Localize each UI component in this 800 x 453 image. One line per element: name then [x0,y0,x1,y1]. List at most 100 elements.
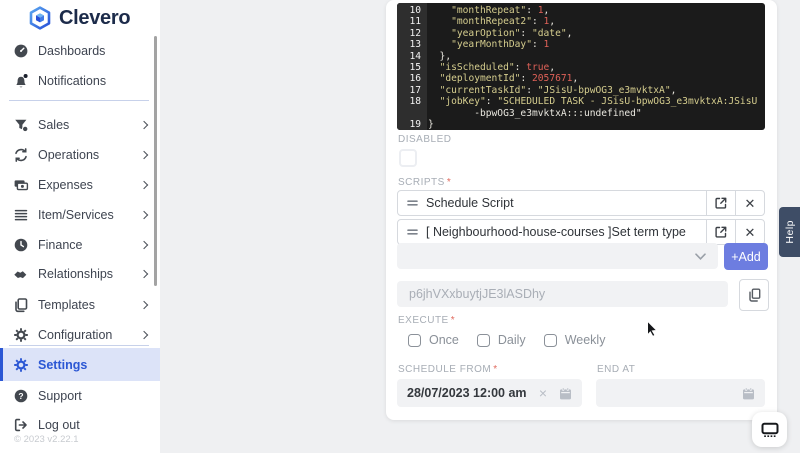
script-row: Schedule Script ✕ [397,190,765,216]
script-title: [ Neighbourhood-house-courses ]Set term … [426,225,686,239]
execute-options: Once Daily Weekly [408,333,605,347]
sidebar-scrollbar[interactable] [154,36,157,286]
sidebar-item-templates[interactable]: Templates [0,290,160,320]
chevron-right-icon [139,210,149,220]
sidebar-item-label: Templates [38,298,95,312]
sidebar-divider [9,100,149,101]
help-tab[interactable]: Help [779,207,800,257]
sidebar-item-dashboards[interactable]: Dashboards [0,36,160,66]
sidebar-item-operations[interactable]: Operations [0,140,160,170]
schedule-from-label: SCHEDULE FROM * [398,364,498,375]
sidebar-item-relationships[interactable]: Relationships [0,259,160,289]
sidebar-item-label: Support [38,389,82,403]
remove-script-button[interactable]: ✕ [735,220,764,244]
sidebar-item-label: Finance [38,238,83,252]
close-icon: ✕ [744,224,756,240]
settings-detail-card: 10 "monthRepeat": 1, 11 "monthRepeat2": 1… [386,0,777,420]
keyboard-icon [760,422,780,438]
required-asterisk: * [446,177,452,188]
logout-icon [12,417,29,434]
end-at-label: END AT [597,364,636,375]
gear-icon [12,356,29,373]
sidebar-item-label: Expenses [38,178,93,192]
execute-option-daily[interactable]: Daily [476,333,526,347]
schedule-from-input[interactable]: 28/07/2023 12:00 am × [397,379,582,407]
remove-script-button[interactable]: ✕ [735,191,764,215]
checkbox-label: Daily [497,333,526,347]
execute-option-weekly[interactable]: Weekly [543,333,605,347]
script-select-dropdown[interactable] [397,243,718,269]
sidebar: Clevero Dashboards Notifications Sales O… [0,0,160,453]
handshake-icon [12,266,29,283]
sidebar-item-settings[interactable]: Settings [0,348,160,381]
end-at-input[interactable] [596,379,765,407]
sidebar-item-label: Relationships [38,267,114,281]
token-field[interactable]: p6jhVXxbuytjJE3lASDhy [397,281,728,307]
gear-icon [12,327,29,344]
chevron-right-icon [139,120,149,130]
pages-icon [12,297,29,314]
script-row: [ Neighbourhood-house-courses ]Set term … [397,219,765,245]
brand-name: Clevero [59,6,131,29]
checkbox-icon [476,333,490,347]
list-icon [12,207,29,224]
clevero-cube-icon [27,5,53,31]
sidebar-item-label: Log out [38,418,80,432]
sidebar-item-label: Sales [38,118,70,132]
sync-icon [12,147,29,164]
chevron-right-icon [139,300,149,310]
bell-icon [12,73,29,90]
brand-logo[interactable]: Clevero [27,5,131,31]
scripts-label: SCRIPTS * [398,177,452,188]
sidebar-item-support[interactable]: ? Support [0,381,160,411]
version-text: © 2023 v2.22.1 [14,434,79,445]
disabled-checkbox[interactable] [399,149,417,167]
chevron-right-icon [139,269,149,279]
checkbox-label: Once [429,333,459,347]
add-script-button[interactable]: +Add [724,243,768,270]
open-script-button[interactable] [706,220,735,244]
funnel-icon [12,117,29,134]
chevron-right-icon [139,240,149,250]
keyboard-widget-button[interactable] [752,412,787,447]
close-icon: ✕ [744,195,756,211]
checkbox-icon [543,333,557,347]
banknotes-icon [12,177,29,194]
gauge-icon [12,43,29,60]
sidebar-item-notifications[interactable]: Notifications [0,66,160,96]
code-editor[interactable]: 10 "monthRepeat": 1, 11 "monthRepeat2": 1… [397,3,765,130]
required-asterisk: * [450,315,456,326]
sidebar-item-label: Operations [38,148,100,162]
execute-label: EXECUTE * [398,315,456,326]
required-asterisk: * [493,364,498,375]
clear-date-icon[interactable]: × [539,386,547,400]
help-tab-label: Help [783,220,796,244]
question-icon: ? [12,388,29,405]
copy-icon [748,288,761,302]
chevron-right-icon [139,330,149,340]
chevron-down-icon [695,252,706,260]
sidebar-item-sales[interactable]: Sales [0,110,160,140]
disabled-label: DISABLED [398,134,452,145]
execute-option-once[interactable]: Once [408,333,459,347]
sidebar-item-item-services[interactable]: Item/Services [0,200,160,230]
chevron-right-icon [139,150,149,160]
sidebar-item-label: Item/Services [38,208,114,222]
code-lines: 10 "monthRepeat": 1, 11 "monthRepeat2": 1… [409,5,758,130]
sidebar-item-label: Notifications [38,74,107,88]
calendar-icon[interactable] [742,386,755,400]
sidebar-item-label: Dashboards [38,44,106,58]
drag-handle-icon[interactable] [407,228,418,236]
copy-token-button[interactable] [739,279,769,311]
chevron-right-icon [139,180,149,190]
open-script-button[interactable] [706,191,735,215]
sidebar-item-expenses[interactable]: Expenses [0,170,160,200]
date-value: 28/07/2023 12:00 am [407,386,527,400]
sidebar-item-label: Settings [38,357,88,372]
drag-handle-icon[interactable] [407,199,418,207]
sidebar-item-finance[interactable]: Finance [0,230,160,260]
sidebar-item-label: Configuration [38,328,113,342]
sidebar-divider [9,345,149,346]
calendar-icon[interactable] [559,386,572,400]
checkbox-icon [408,333,421,347]
